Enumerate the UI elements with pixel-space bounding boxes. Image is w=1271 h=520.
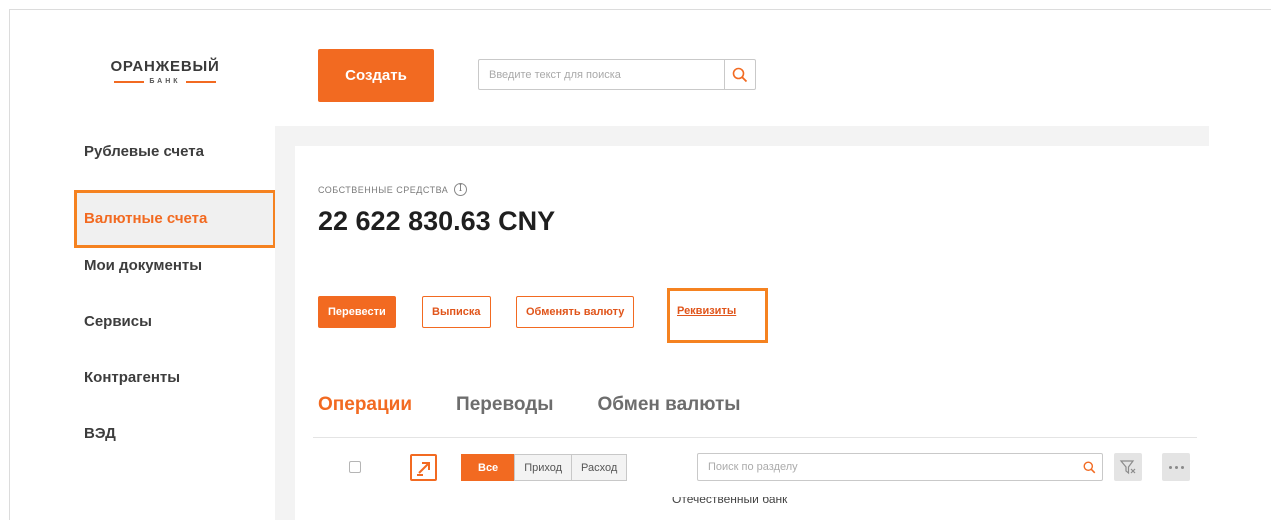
sidebar: Рублевые счета Валютные счета Мои докуме… (74, 132, 276, 470)
own-funds-label: СОБСТВЕННЫЕ СРЕДСТВА i (318, 183, 468, 196)
filter-income-button[interactable]: Приход (514, 454, 573, 481)
filter-clear-icon[interactable] (1114, 453, 1142, 481)
section-search-input[interactable] (698, 461, 1076, 473)
sidebar-item-ruble-accounts[interactable]: Рублевые счета (74, 132, 276, 188)
tab-transfers[interactable]: Переводы (456, 394, 553, 416)
exchange-currency-button[interactable]: Обменять валюту (516, 296, 635, 328)
tab-currency-exchange[interactable]: Обмен валюты (598, 394, 741, 416)
sidebar-item-currency-accounts[interactable]: Валютные счета (74, 190, 276, 248)
logo-line-right (185, 80, 216, 83)
section-search (697, 453, 1103, 481)
export-icon[interactable] (410, 454, 437, 481)
operations-tabs: Операции Переводы Обмен валюты (318, 394, 741, 416)
tabs-divider (313, 437, 1197, 438)
own-funds-text: СОБСТВЕННЫЕ СРЕДСТВА (318, 184, 449, 195)
bank-logo[interactable]: ОРАНЖЕВЫЙ БАНК (90, 58, 240, 94)
operation-type-filter: Все Приход Расход (461, 454, 628, 481)
requisites-link[interactable]: Реквизиты (677, 305, 736, 317)
select-all-checkbox[interactable] (349, 461, 361, 473)
search-icon[interactable] (1076, 461, 1102, 474)
filter-all-button[interactable]: Все (461, 454, 516, 481)
filter-expense-button[interactable]: Расход (571, 454, 628, 481)
more-icon[interactable] (1162, 453, 1190, 481)
search-icon[interactable] (724, 60, 755, 89)
sidebar-item-counterparties[interactable]: Контрагенты (74, 358, 276, 414)
logo-line-left (114, 80, 145, 83)
logo-bottom-text: БАНК (149, 78, 181, 85)
create-button[interactable]: Создать (318, 49, 434, 102)
global-search (478, 59, 756, 90)
transfer-button[interactable]: Перевести (318, 296, 396, 328)
sidebar-item-my-documents[interactable]: Мои документы (74, 246, 276, 302)
tab-operations[interactable]: Операции (318, 394, 412, 416)
info-icon[interactable]: i (454, 183, 468, 196)
sidebar-item-services[interactable]: Сервисы (74, 302, 276, 358)
logo-top-text: ОРАНЖЕВЫЙ (110, 58, 220, 75)
statement-button[interactable]: Выписка (422, 296, 491, 328)
global-search-input[interactable] (479, 60, 724, 89)
sidebar-item-ved[interactable]: ВЭД (74, 414, 276, 470)
account-balance: 22 622 830.63 CNY (318, 206, 556, 236)
